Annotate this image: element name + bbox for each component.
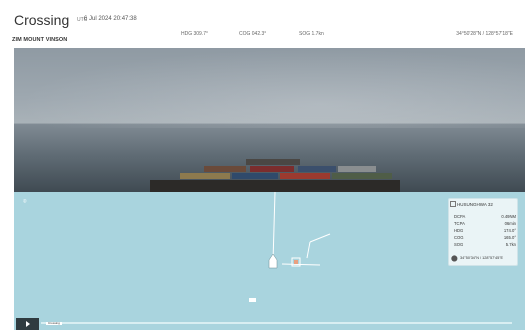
other-vessel-icon bbox=[249, 298, 256, 302]
cpa-line bbox=[281, 263, 321, 266]
header-bar: Crossing UTC 6 Jul 2024 20:47:38 ZIM MOU… bbox=[0, 0, 525, 47]
datetime-label: 6 Jul 2024 20:47:38 bbox=[84, 16, 137, 22]
target-tcpa-label: TCPA bbox=[454, 221, 465, 226]
heading-readout: HDG 309.7° bbox=[181, 31, 209, 37]
target-dcpa-value: 0.49NM bbox=[501, 214, 516, 219]
container-stack bbox=[298, 166, 336, 172]
sky-haze bbox=[14, 48, 525, 128]
timeline-track[interactable] bbox=[41, 322, 512, 324]
bow-deck bbox=[150, 180, 400, 192]
vessel-name: ZIM MOUNT VINSON bbox=[12, 37, 68, 43]
target-sog-value: 5.7kn bbox=[505, 242, 516, 247]
target-tcpa-value: 06min bbox=[504, 221, 516, 226]
target-hdg-label: HDG bbox=[454, 228, 464, 233]
course-over-ground-readout: COG 042.3° bbox=[239, 31, 267, 37]
compass-icon[interactable]: ⌾ bbox=[23, 199, 27, 206]
container-stack bbox=[232, 173, 278, 179]
ship-bow-containers bbox=[150, 156, 400, 192]
target-hdg-value: 174.0° bbox=[503, 228, 516, 233]
target-cog-label: COG bbox=[454, 235, 464, 240]
target-position: 34°50'34"N / 128°57'45"E bbox=[460, 256, 504, 260]
target-ship-icon bbox=[294, 260, 298, 264]
play-button[interactable] bbox=[16, 318, 39, 330]
target-track-line bbox=[309, 233, 331, 243]
target-sog-label: SOG bbox=[454, 242, 464, 247]
location-pin-icon: ⬤ bbox=[451, 256, 458, 262]
page-title: Crossing bbox=[14, 12, 70, 28]
bridge-camera-view bbox=[14, 48, 525, 192]
container-stack bbox=[250, 166, 294, 172]
container-stack bbox=[332, 173, 392, 179]
own-ship-icon bbox=[268, 253, 278, 269]
container-stack bbox=[180, 173, 230, 179]
container-stack bbox=[280, 173, 330, 179]
container-stack bbox=[338, 166, 376, 172]
target-frame-icon bbox=[450, 201, 456, 207]
app-root: Crossing UTC 6 Jul 2024 20:47:38 ZIM MOU… bbox=[0, 0, 525, 330]
own-ship-position-readout: 34°50'28"N / 128°57'18"E bbox=[456, 31, 513, 37]
target-name: HUSUNGHWA 32 bbox=[457, 202, 493, 207]
play-icon bbox=[25, 321, 30, 327]
target-vector-line bbox=[306, 241, 311, 259]
bridge-structure bbox=[246, 159, 300, 165]
container-stack bbox=[204, 166, 246, 172]
own-ship-heading-line bbox=[272, 192, 276, 263]
speed-over-ground-readout: SOG 1.7kn bbox=[299, 31, 324, 37]
timeline-label: Crossing bbox=[46, 321, 62, 325]
target-dcpa-label: DCPA bbox=[454, 214, 466, 219]
target-cog-value: 165.0° bbox=[503, 235, 516, 240]
